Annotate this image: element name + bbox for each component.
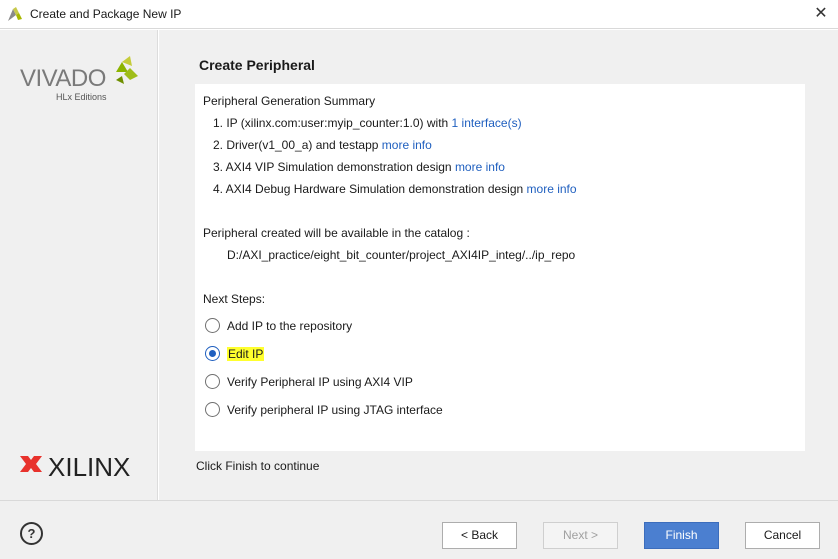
summary-item: 2. Driver(v1_00_a) and testapp more info bbox=[213, 138, 432, 152]
debug-sim-more-info-link[interactable]: more info bbox=[527, 182, 577, 196]
back-button[interactable]: < Back bbox=[442, 522, 517, 549]
vivado-logo-subtext: HLx Editions bbox=[56, 92, 107, 102]
finish-button[interactable]: Finish bbox=[644, 522, 719, 549]
next-button[interactable]: Next > bbox=[543, 522, 618, 549]
radio-button-selected[interactable] bbox=[205, 346, 220, 361]
vivado-logo-text: VIVADO bbox=[20, 65, 106, 92]
interfaces-link[interactable]: 1 interface(s) bbox=[452, 116, 522, 130]
vivado-app-icon bbox=[8, 7, 22, 21]
radio-button[interactable] bbox=[205, 402, 220, 417]
summary-panel: Peripheral Generation Summary 1. IP (xil… bbox=[195, 84, 805, 451]
option-verify-axi4-vip[interactable]: Verify Peripheral IP using AXI4 VIP bbox=[205, 373, 505, 391]
sidebar: VIVADO HLx Editions XILINX bbox=[0, 30, 158, 500]
option-add-ip-to-repository[interactable]: Add IP to the repository bbox=[205, 317, 505, 335]
cancel-button[interactable]: Cancel bbox=[745, 522, 820, 549]
summary-item: 4. AXI4 Debug Hardware Simulation demons… bbox=[213, 182, 577, 196]
summary-heading: Peripheral Generation Summary bbox=[203, 94, 376, 108]
summary-item-text: 2. Driver(v1_00_a) and testapp bbox=[213, 138, 379, 152]
xilinx-logo-text: XILINX bbox=[48, 452, 130, 482]
summary-item-text: 4. AXI4 Debug Hardware Simulation demons… bbox=[213, 182, 524, 196]
next-steps-heading: Next Steps: bbox=[203, 292, 266, 306]
option-label: Add IP to the repository bbox=[227, 319, 353, 333]
option-label: Verify Peripheral IP using AXI4 VIP bbox=[227, 375, 413, 389]
vip-sim-more-info-link[interactable]: more info bbox=[455, 160, 505, 174]
vivado-logo: VIVADO HLx Editions bbox=[20, 56, 138, 102]
main-content: Create Peripheral Peripheral Generation … bbox=[159, 30, 838, 500]
summary-item: 1. IP (xilinx.com:user:myip_counter:1.0)… bbox=[213, 116, 522, 130]
summary-item-text: 3. AXI4 VIP Simulation demonstration des… bbox=[213, 160, 452, 174]
close-icon[interactable]: ✕ bbox=[810, 4, 832, 24]
catalog-path: D:/AXI_practice/eight_bit_counter/projec… bbox=[227, 248, 576, 262]
page-title: Create Peripheral bbox=[199, 57, 315, 73]
button-bar: ? < Back Next > Finish Cancel bbox=[0, 500, 838, 559]
option-label: Verify peripheral IP using JTAG interfac… bbox=[227, 403, 443, 417]
driver-more-info-link[interactable]: more info bbox=[382, 138, 432, 152]
window-title: Create and Package New IP bbox=[30, 7, 182, 21]
help-icon[interactable]: ? bbox=[20, 522, 43, 545]
option-edit-ip[interactable]: Edit IP bbox=[205, 345, 505, 363]
xilinx-logo: XILINX bbox=[20, 452, 130, 482]
radio-button[interactable] bbox=[205, 374, 220, 389]
option-label: Edit IP bbox=[227, 347, 265, 361]
summary-item: 3. AXI4 VIP Simulation demonstration des… bbox=[213, 160, 505, 174]
footer-hint: Click Finish to continue bbox=[196, 459, 320, 473]
summary-item-text: 1. IP (xilinx.com:user:myip_counter:1.0)… bbox=[213, 116, 449, 130]
title-bar: Create and Package New IP ✕ bbox=[0, 0, 838, 29]
catalog-text: Peripheral created will be available in … bbox=[203, 226, 470, 240]
option-verify-jtag[interactable]: Verify peripheral IP using JTAG interfac… bbox=[205, 401, 505, 419]
radio-button[interactable] bbox=[205, 318, 220, 333]
